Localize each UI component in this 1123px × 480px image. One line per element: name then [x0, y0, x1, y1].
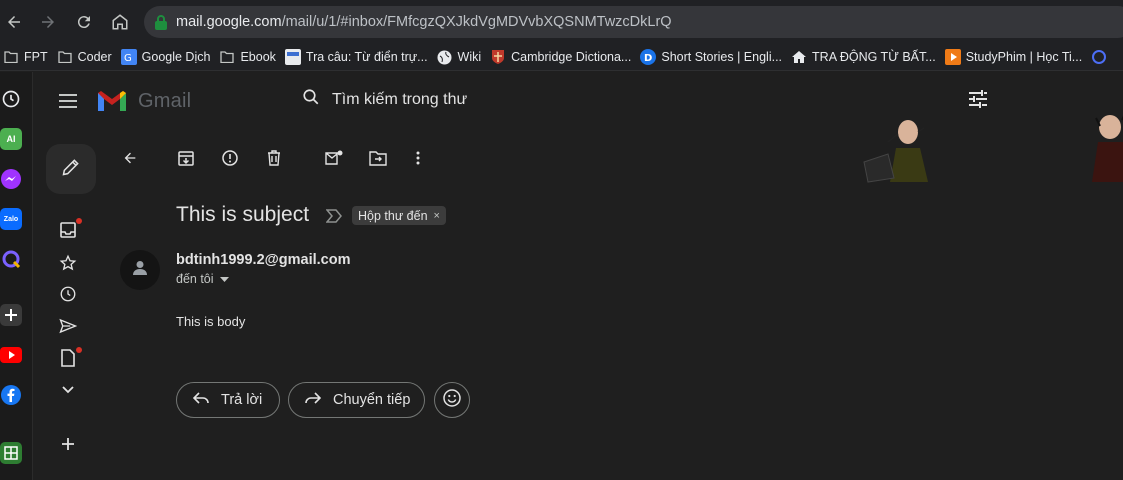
bookmark-fpt[interactable]: FPT: [0, 49, 54, 65]
reply-button[interactable]: Trả lời: [176, 382, 280, 418]
sent-icon[interactable]: [58, 316, 78, 336]
bookmark-cambridge[interactable]: Cambridge Dictiona...: [487, 49, 637, 65]
forward-icon: [305, 392, 322, 408]
address-bar[interactable]: mail.google.com/mail/u/1/#inbox/FMfcgzQX…: [144, 6, 1123, 38]
back-icon[interactable]: [2, 10, 26, 34]
svg-text:D: D: [644, 53, 652, 64]
search-bar[interactable]: Tìm kiếm trong thư: [302, 88, 467, 111]
email-subject: This is subject: [176, 203, 310, 226]
avatar[interactable]: [120, 250, 160, 290]
bookmark-studyphim[interactable]: StudyPhim | Học Ti...: [942, 49, 1088, 65]
youtube-icon[interactable]: [0, 344, 22, 366]
cambridge-icon: [490, 49, 506, 65]
snoozed-icon[interactable]: [58, 284, 78, 304]
bookmark-short-stories[interactable]: D Short Stories | Engli...: [637, 49, 788, 65]
bookmark-coder[interactable]: Coder: [54, 49, 118, 65]
inbox-icon[interactable]: [58, 220, 78, 240]
house-icon: [791, 49, 807, 65]
back-to-inbox-icon[interactable]: [120, 148, 140, 168]
zalo-icon[interactable]: Zalo: [0, 208, 22, 230]
extension-icon: [1091, 49, 1107, 65]
sheets-icon[interactable]: [0, 442, 22, 464]
reload-icon[interactable]: [72, 10, 96, 34]
gmail-m-icon: [98, 91, 126, 111]
bookmark-overflow[interactable]: [1088, 49, 1118, 65]
q-app-icon[interactable]: [0, 248, 22, 270]
unread-dot: [76, 218, 82, 224]
bookmark-ebook[interactable]: Ebook: [216, 49, 281, 65]
bookmarks-bar: FPT Coder G Google Dịch Ebook Tra câu: T…: [0, 44, 1123, 71]
add-app-icon[interactable]: [0, 304, 22, 326]
stories-icon: D: [640, 49, 657, 65]
ai-chat-icon[interactable]: AI: [0, 128, 22, 150]
inbox-label-chip: Hộp thư đến ×: [352, 206, 446, 225]
forward-nav-icon[interactable]: [36, 10, 60, 34]
chevron-down-icon[interactable]: [58, 380, 78, 400]
app-sidebar: AI Zalo: [0, 72, 33, 480]
bookmark-tra-dong-tu[interactable]: TRA ĐỘNG TỪ BẤT...: [788, 49, 942, 65]
gmail-logo[interactable]: Gmail: [96, 89, 191, 113]
messenger-icon[interactable]: [0, 168, 22, 190]
facebook-icon[interactable]: [0, 384, 22, 406]
bookmark-google-translate[interactable]: G Google Dịch: [118, 49, 217, 65]
browser-toolbar: mail.google.com/mail/u/1/#inbox/FMfcgzQX…: [0, 0, 1123, 44]
sender-address[interactable]: bdtinh1999.2@gmail.com: [176, 252, 351, 268]
add-label-icon[interactable]: [58, 434, 78, 454]
url-text: mail.google.com/mail/u/1/#inbox/FMfcgzQX…: [176, 14, 672, 30]
folder-icon: [219, 49, 235, 65]
smiley-icon: [443, 388, 461, 412]
drafts-icon[interactable]: [58, 348, 78, 368]
person-icon: [131, 259, 149, 282]
theme-illustration: [863, 115, 1123, 183]
archive-icon[interactable]: [176, 148, 196, 168]
bookmark-wiki[interactable]: Wiki: [434, 49, 488, 65]
play-icon: [944, 49, 961, 65]
bookmark-dictionary[interactable]: Tra câu: Từ điển trự...: [282, 49, 434, 65]
move-to-icon[interactable]: [368, 148, 388, 168]
caret-down-icon[interactable]: [219, 272, 229, 286]
search-icon[interactable]: [302, 88, 320, 111]
delete-icon[interactable]: [264, 148, 284, 168]
more-vert-icon[interactable]: [408, 148, 428, 168]
emoji-reaction-button[interactable]: [434, 382, 470, 418]
home-icon[interactable]: [108, 10, 132, 34]
folder-icon: [57, 49, 73, 65]
svg-text:G: G: [124, 53, 132, 64]
mark-unread-icon[interactable]: [324, 148, 344, 168]
compose-button[interactable]: [46, 144, 96, 194]
pencil-icon: [61, 157, 81, 182]
gmail-app: Gmail Tìm kiếm trong thư This is subject…: [34, 72, 1123, 480]
starred-icon[interactable]: [58, 253, 78, 273]
folder-icon: [3, 49, 19, 65]
reply-icon: [192, 392, 209, 408]
remove-label-icon[interactable]: ×: [434, 210, 440, 222]
history-icon[interactable]: [0, 88, 22, 110]
unread-dot: [76, 347, 82, 353]
search-input[interactable]: Tìm kiếm trong thư: [332, 91, 467, 109]
dictionary-icon: [284, 49, 301, 65]
report-spam-icon[interactable]: [220, 148, 240, 168]
lock-icon[interactable]: [154, 14, 168, 35]
importance-marker-icon[interactable]: [325, 209, 342, 228]
email-body: This is body: [176, 314, 246, 329]
forward-button[interactable]: Chuyển tiếp: [288, 382, 425, 418]
menu-icon[interactable]: [58, 93, 78, 114]
google-translate-icon: G: [120, 49, 137, 65]
recipient-details[interactable]: đến tôi: [176, 272, 229, 286]
globe-icon: [437, 49, 453, 65]
